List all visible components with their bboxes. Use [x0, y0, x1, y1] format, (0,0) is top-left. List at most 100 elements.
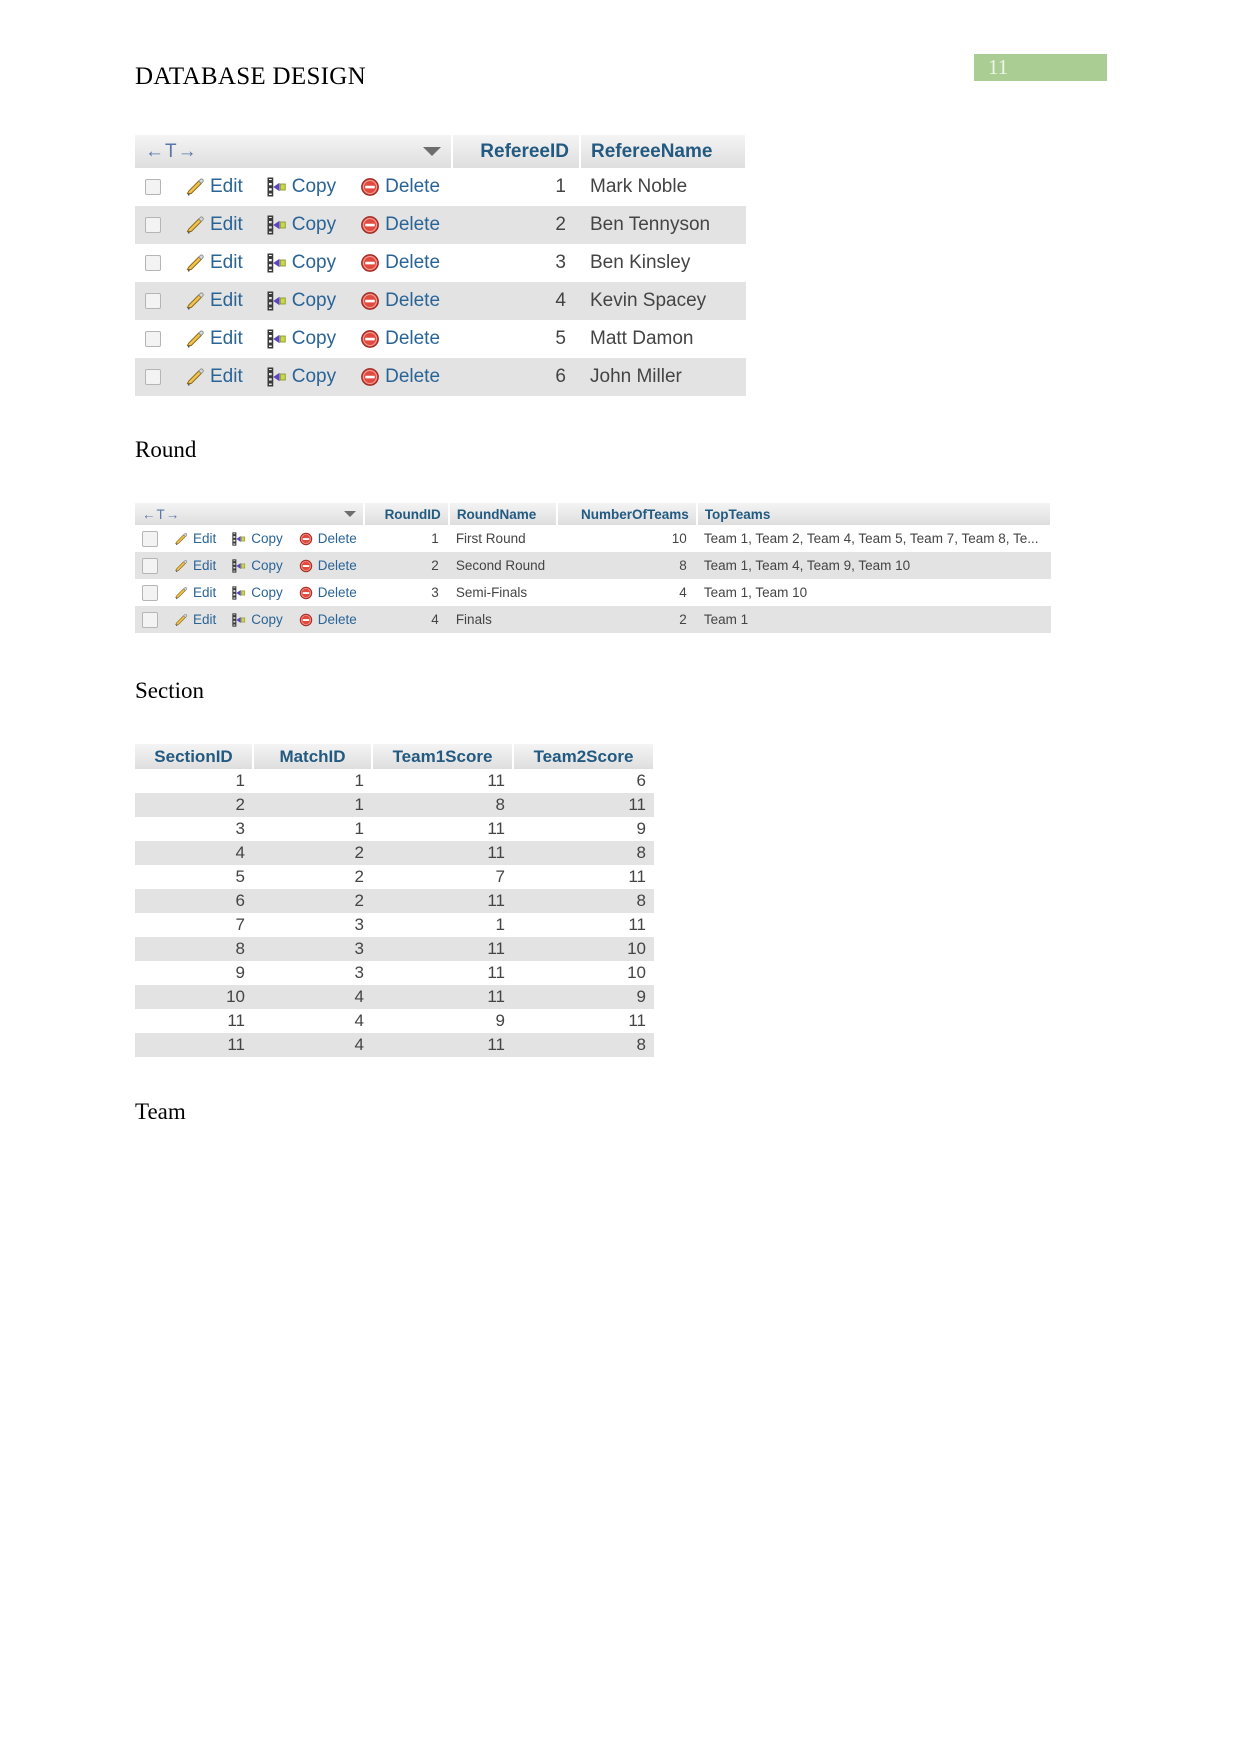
cell-team1score: 11 [372, 961, 513, 985]
table-row[interactable]: 11 4 11 8 [135, 1033, 654, 1057]
copy-button[interactable]: Copy [232, 585, 283, 600]
chevron-down-icon[interactable] [423, 147, 441, 156]
row-checkbox[interactable] [145, 331, 161, 347]
row-actions-cell[interactable]: Edit Copy Delete [135, 525, 364, 552]
edit-button[interactable]: Edit [185, 252, 243, 274]
copy-button[interactable]: Copy [267, 252, 336, 274]
edit-label: Edit [210, 176, 243, 197]
row-checkbox[interactable] [145, 217, 161, 233]
delete-button[interactable]: Delete [299, 531, 357, 546]
row-checkbox[interactable] [145, 179, 161, 195]
table-row[interactable]: 2 1 8 11 [135, 793, 654, 817]
sort-control-label[interactable]: ←T→ [145, 141, 198, 163]
column-header-roundname[interactable]: RoundName [448, 503, 558, 525]
edit-button[interactable]: Edit [185, 328, 243, 350]
table-row[interactable]: Edit Copy Delete 4 Finals 2 Team 1 [135, 606, 1051, 633]
referee-table-body: Edit Copy Delete 1 Mark Noble Edit Copy Delete 2… [135, 168, 746, 396]
cell-sectionid: 6 [135, 889, 253, 913]
page-title: DATABASE DESIGN [135, 63, 366, 90]
edit-button[interactable]: Edit [174, 612, 216, 627]
row-checkbox[interactable] [142, 611, 158, 628]
table-row[interactable]: 7 3 1 11 [135, 913, 654, 937]
edit-button[interactable]: Edit [174, 558, 216, 573]
table-row[interactable]: Edit Copy Delete 2 Second Round 8 Team 1, Team… [135, 552, 1051, 579]
row-actions-cell[interactable]: Edit Copy Delete [135, 320, 452, 358]
table-row[interactable]: Edit Copy Delete 2 Ben Tennyson [135, 206, 746, 244]
table-row[interactable]: Edit Copy Delete 4 Kevin Spacey [135, 282, 746, 320]
table-row[interactable]: 9 3 11 10 [135, 961, 654, 985]
delete-button[interactable]: Delete [360, 366, 440, 388]
delete-button[interactable]: Delete [299, 585, 357, 600]
row-actions-cell[interactable]: Edit Copy Delete [135, 552, 364, 579]
row-actions-cell[interactable]: Edit Copy Delete [135, 282, 452, 320]
table-row[interactable]: Edit Copy Delete 6 John Miller [135, 358, 746, 396]
edit-button[interactable]: Edit [185, 176, 243, 198]
column-header-refereename[interactable]: RefereeName [580, 135, 747, 168]
delete-button[interactable]: Delete [360, 176, 440, 198]
row-checkbox[interactable] [145, 369, 161, 385]
table-row[interactable]: 3 1 11 9 [135, 817, 654, 841]
table-row[interactable]: Edit Copy Delete 3 Semi-Finals 4 Team 1, Team … [135, 579, 1051, 606]
column-header-topteams[interactable]: TopTeams [696, 503, 1052, 525]
delete-label: Delete [385, 290, 441, 311]
referee-actions-header[interactable]: ←T→ [135, 135, 453, 168]
round-actions-header[interactable]: ←T→ [135, 503, 365, 525]
table-row[interactable]: Edit Copy Delete 3 Ben Kinsley [135, 244, 746, 282]
table-row[interactable]: Edit Copy Delete 5 Matt Damon [135, 320, 746, 358]
row-checkbox[interactable] [142, 530, 158, 547]
edit-button[interactable]: Edit [185, 366, 243, 388]
copy-button[interactable]: Copy [267, 290, 336, 312]
delete-button[interactable]: Delete [360, 252, 440, 274]
column-header-refereeid[interactable]: RefereeID [452, 135, 581, 168]
edit-label: Edit [193, 558, 217, 573]
row-checkbox[interactable] [145, 293, 161, 309]
round-header-row: ←T→ RoundID RoundName NumberOfTeams TopT… [135, 503, 1052, 525]
edit-button[interactable]: Edit [185, 214, 243, 236]
delete-label: Delete [385, 366, 441, 387]
column-header-team1score[interactable]: Team1Score [372, 744, 514, 769]
copy-button[interactable]: Copy [267, 328, 336, 350]
table-row[interactable]: 11 4 9 11 [135, 1009, 654, 1033]
copy-button[interactable]: Copy [267, 176, 336, 198]
copy-button[interactable]: Copy [232, 558, 283, 573]
chevron-down-icon[interactable] [343, 511, 356, 517]
table-row[interactable]: 6 2 11 8 [135, 889, 654, 913]
edit-button[interactable]: Edit [174, 531, 216, 546]
copy-button[interactable]: Copy [232, 531, 283, 546]
copy-button[interactable]: Copy [232, 612, 283, 627]
column-header-team2score[interactable]: Team2Score [513, 744, 655, 769]
row-checkbox[interactable] [145, 255, 161, 271]
sort-control-label[interactable]: ←T→ [142, 507, 180, 522]
copy-button[interactable]: Copy [267, 366, 336, 388]
table-row[interactable]: Edit Copy Delete 1 First Round 10 Team 1, Team… [135, 525, 1051, 552]
column-header-matchid[interactable]: MatchID [253, 744, 373, 769]
table-row[interactable]: 8 3 11 10 [135, 937, 654, 961]
delete-icon [360, 177, 380, 197]
table-row[interactable]: 5 2 7 11 [135, 865, 654, 889]
delete-button[interactable]: Delete [360, 214, 440, 236]
table-row[interactable]: 1 1 11 6 [135, 769, 654, 793]
column-header-sectionid[interactable]: SectionID [135, 744, 254, 769]
table-row[interactable]: 10 4 11 9 [135, 985, 654, 1009]
row-checkbox[interactable] [142, 584, 158, 601]
table-row[interactable]: Edit Copy Delete 1 Mark Noble [135, 168, 746, 206]
row-actions-cell[interactable]: Edit Copy Delete [135, 606, 364, 633]
delete-button[interactable]: Delete [360, 328, 440, 350]
round-table-body: Edit Copy Delete 1 First Round 10 Team 1, Team… [135, 525, 1051, 633]
row-actions-cell[interactable]: Edit Copy Delete [135, 358, 452, 396]
column-header-numberofteams[interactable]: NumberOfTeams [556, 503, 698, 525]
row-actions-cell[interactable]: Edit Copy Delete [135, 206, 452, 244]
delete-button[interactable]: Delete [299, 612, 357, 627]
table-row[interactable]: 4 2 11 8 [135, 841, 654, 865]
row-actions-cell[interactable]: Edit Copy Delete [135, 244, 452, 282]
row-checkbox[interactable] [142, 557, 158, 574]
delete-button[interactable]: Delete [299, 558, 357, 573]
row-actions-cell[interactable]: Edit Copy Delete [135, 579, 364, 606]
row-actions-cell[interactable]: Edit Copy Delete [135, 168, 452, 206]
edit-button[interactable]: Edit [174, 585, 216, 600]
copy-button[interactable]: Copy [267, 214, 336, 236]
cell-refereeid: 4 [452, 282, 580, 320]
column-header-roundid[interactable]: RoundID [363, 503, 450, 525]
delete-button[interactable]: Delete [360, 290, 440, 312]
edit-button[interactable]: Edit [185, 290, 243, 312]
